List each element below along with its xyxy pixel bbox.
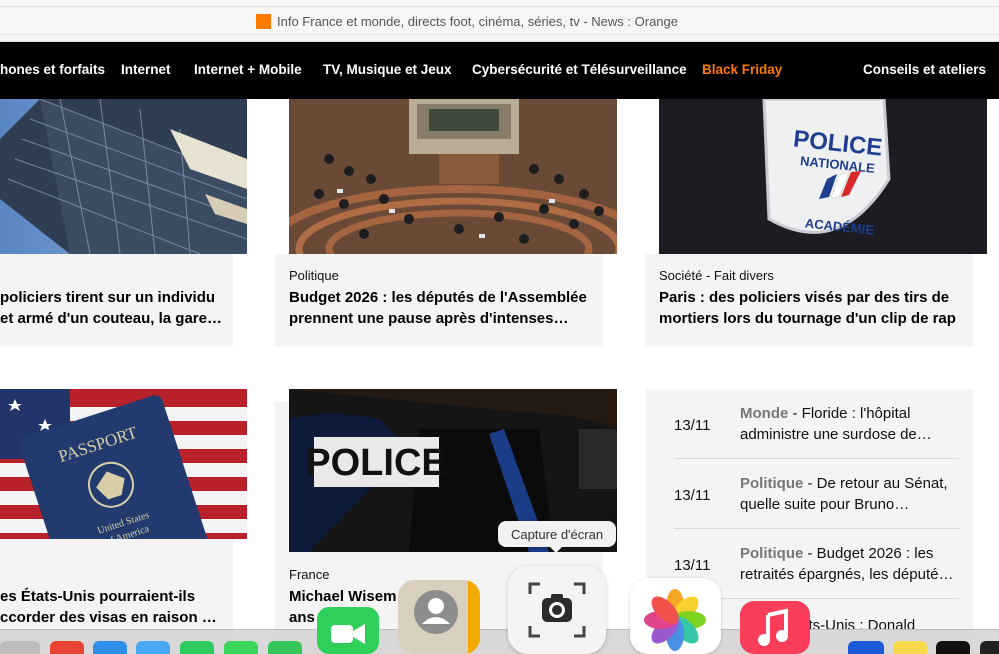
terminal-icon[interactable] (936, 641, 970, 654)
browser-tab[interactable]: Info France et monde, directs foot, ciné… (256, 12, 678, 30)
top-navigation: hones et forfaits Internet Internet + Mo… (0, 42, 999, 99)
tab-title-text: Info France et monde, directs foot, ciné… (277, 13, 679, 29)
screenshot-icon[interactable] (508, 566, 606, 654)
nav-item-internet[interactable]: Internet (121, 62, 171, 77)
titlebar-divider (0, 34, 999, 35)
whatsapp-icon[interactable] (180, 641, 214, 654)
music-icon[interactable] (740, 601, 810, 654)
orange-favicon-icon (256, 13, 271, 29)
article-image-skyscraper[interactable] (0, 99, 247, 254)
contacts-icon[interactable] (398, 580, 480, 654)
nav-item-phones-plans[interactable]: hones et forfaits (0, 62, 105, 77)
titlebar-divider (0, 6, 999, 7)
photos-icon[interactable] (630, 578, 721, 654)
phone-icon[interactable] (268, 641, 302, 654)
launchpad-icon[interactable] (0, 641, 40, 654)
facetime-icon[interactable] (317, 607, 379, 654)
article-image-assembly[interactable] (289, 99, 617, 254)
article-category: Politique (289, 268, 339, 283)
article-image-police-patch[interactable]: POLICE NATIONALE ACADÉMIE (659, 99, 987, 254)
nav-item-cybersecurity[interactable]: Cybersécurité et Télésurveillance (472, 62, 687, 77)
article-headline[interactable]: Paris : des policiers visés par des tirs… (659, 287, 969, 329)
article-headline[interactable]: policiers tirent sur un individu et armé… (0, 287, 233, 329)
safari-icon[interactable] (93, 641, 127, 654)
dock-tooltip: Capture d'écran (498, 521, 616, 553)
messages-icon[interactable] (224, 641, 258, 654)
article-image-passport[interactable]: PASSPORT United States of America (0, 389, 247, 539)
article-headline[interactable]: Budget 2026 : les députés de l'Assemblée… (289, 287, 609, 329)
chrome-icon[interactable] (50, 641, 84, 654)
news-list-item[interactable]: 13/11 Politique - De retour au Sénat, qu… (674, 459, 959, 529)
nav-item-black-friday[interactable]: Black Friday (702, 62, 782, 77)
browser-titlebar: Info France et monde, directs foot, ciné… (0, 0, 999, 42)
police-back-text: POLICE (305, 442, 446, 484)
article-headline[interactable]: es États-Unis pourraient-ils ccorder des… (0, 586, 233, 628)
news-list-item[interactable]: 13/11 Monde - Floride : l'hôpital admini… (674, 389, 959, 459)
news-content: policiers tirent sur un individu et armé… (0, 99, 999, 654)
nav-item-internet-mobile[interactable]: Internet + Mobile (194, 62, 302, 77)
nav-item-tv-music-games[interactable]: TV, Musique et Jeux (323, 62, 452, 77)
article-category: France (289, 567, 330, 582)
nav-item-advice-workshops[interactable]: Conseils et ateliers (863, 62, 986, 77)
article-category: Société - Fait divers (659, 268, 774, 283)
app-store-icon[interactable] (848, 641, 884, 654)
app-icon[interactable] (980, 641, 999, 654)
mail-icon[interactable] (136, 641, 170, 654)
notes-icon[interactable] (893, 641, 927, 654)
